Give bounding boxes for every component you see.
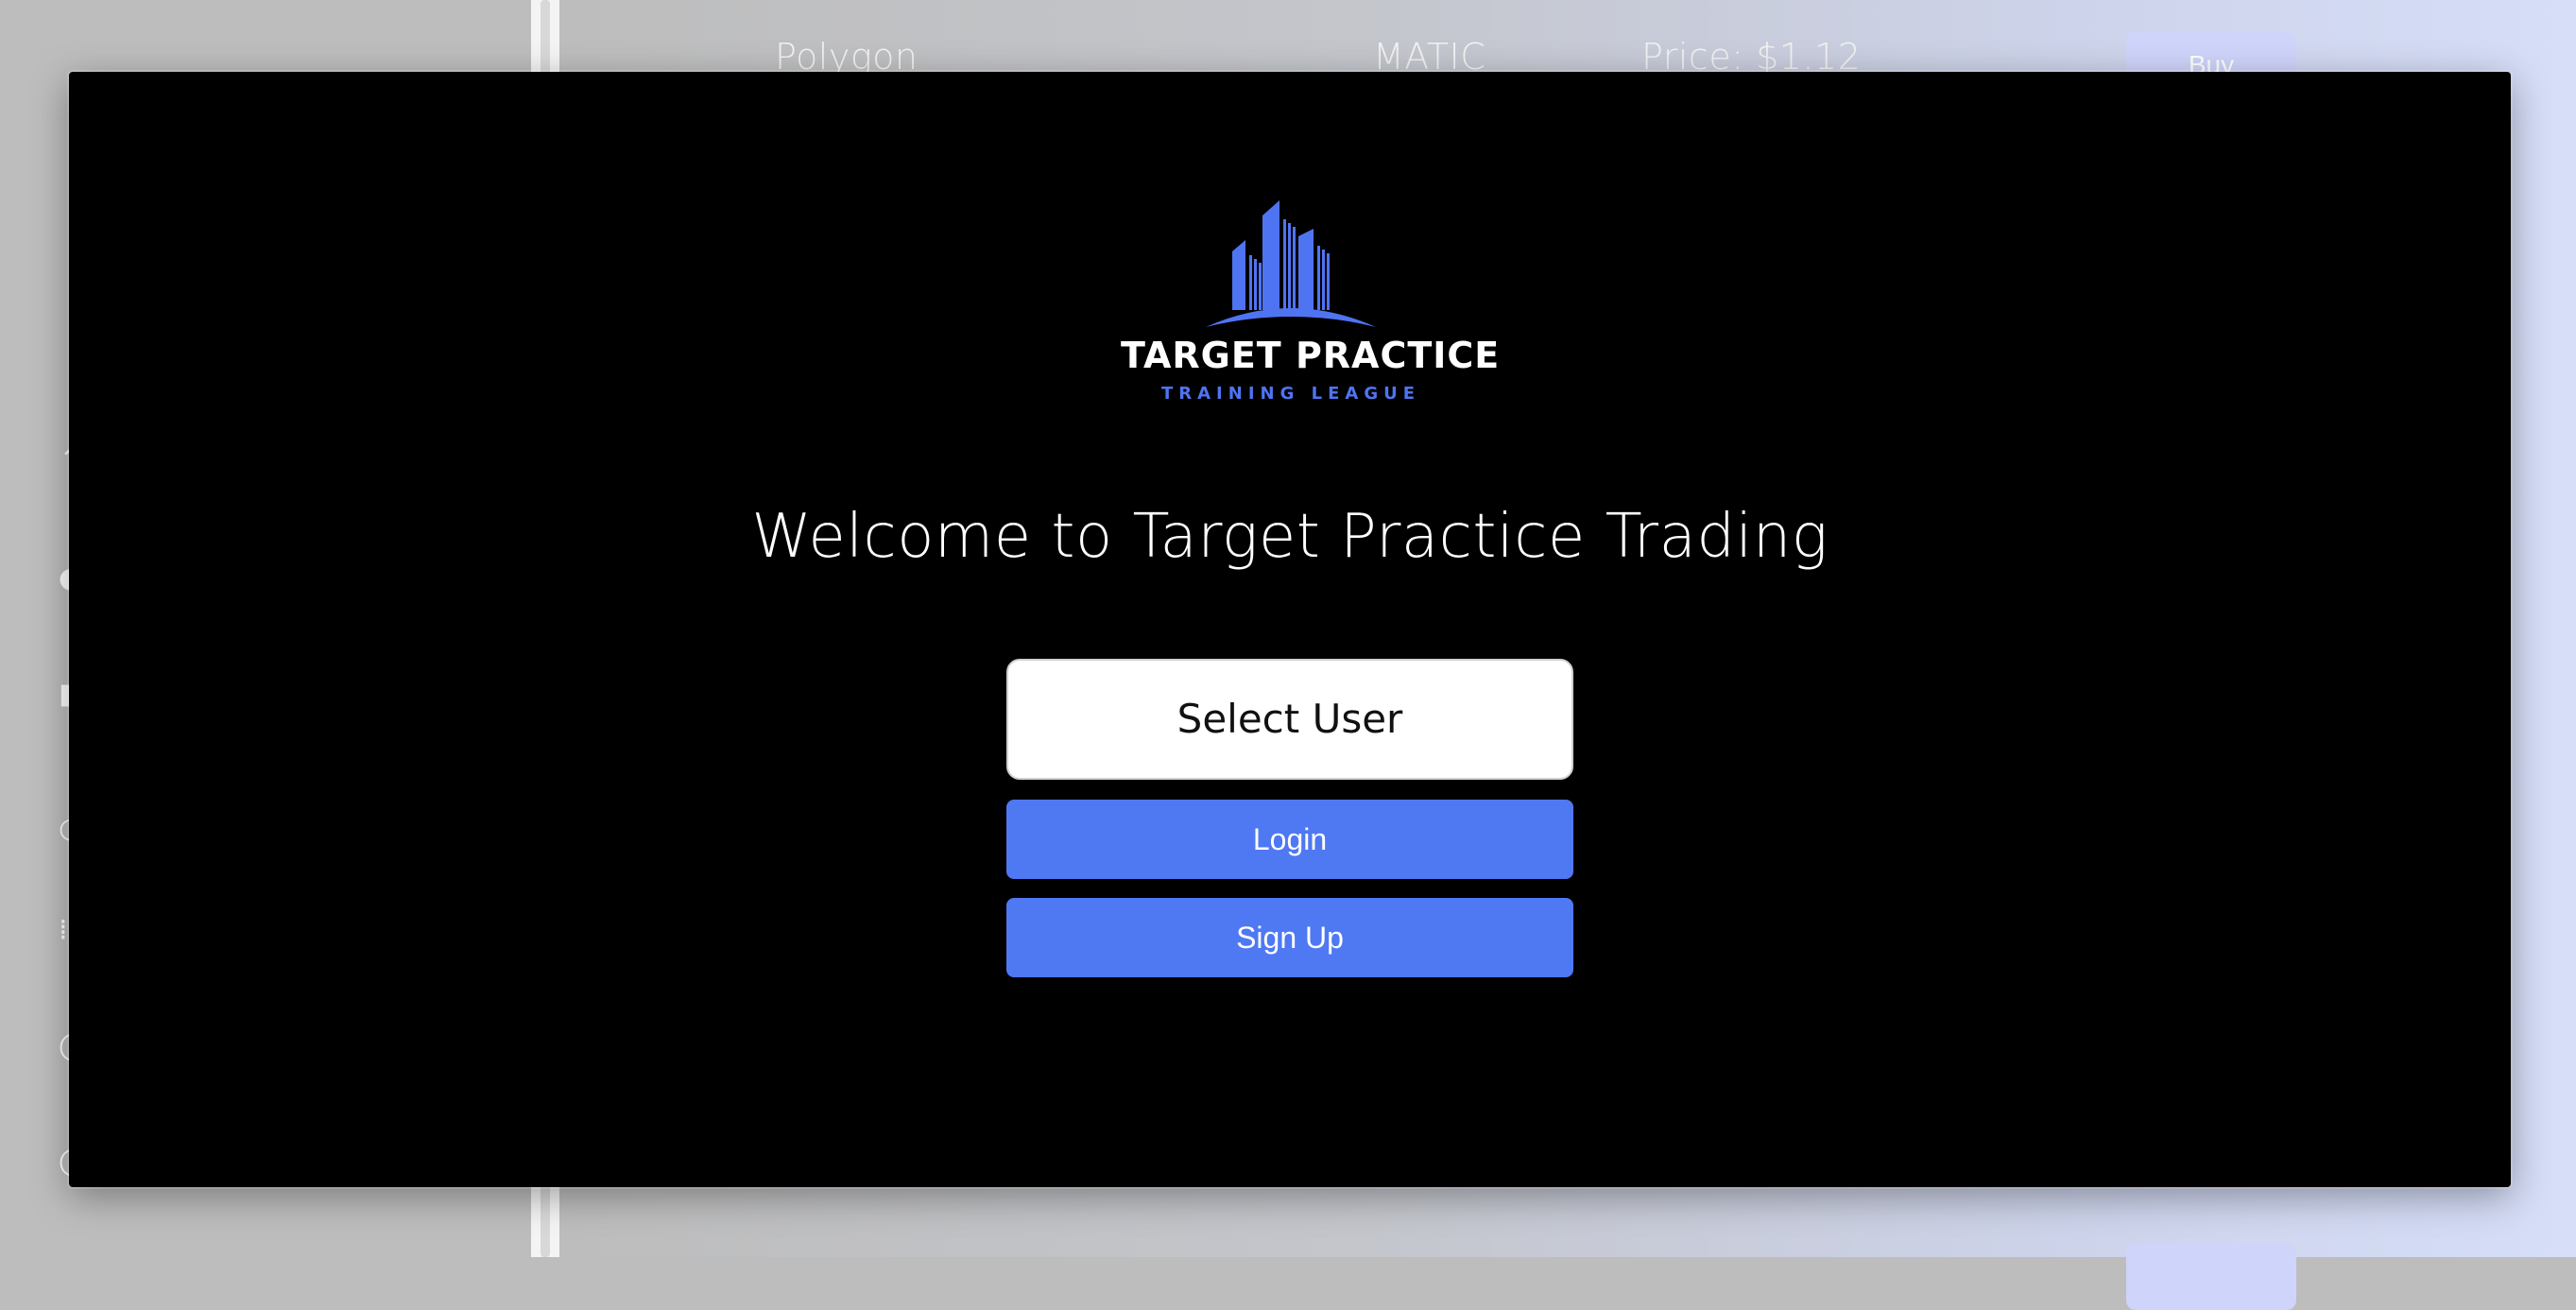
target-practice-logo: TARGET PRACTICE TRAINING LEAGUE	[1121, 195, 1501, 404]
select-user-dropdown[interactable]: Select User	[1006, 659, 1573, 780]
city-skyline-icon	[1206, 200, 1376, 327]
welcome-modal: TARGET PRACTICE TRAINING LEAGUE Welcome …	[69, 72, 2511, 1187]
logo-title: TARGET PRACTICE	[1121, 335, 1501, 376]
sign-up-button[interactable]: Sign Up	[1006, 898, 1573, 977]
logo-subtitle: TRAINING LEAGUE	[1160, 384, 1421, 404]
welcome-heading: Welcome to Target Practice Trading	[751, 502, 1829, 572]
login-button[interactable]: Login	[1006, 800, 1573, 879]
buy-button[interactable]	[2126, 1244, 2296, 1310]
crypto-row	[559, 1229, 2576, 1310]
